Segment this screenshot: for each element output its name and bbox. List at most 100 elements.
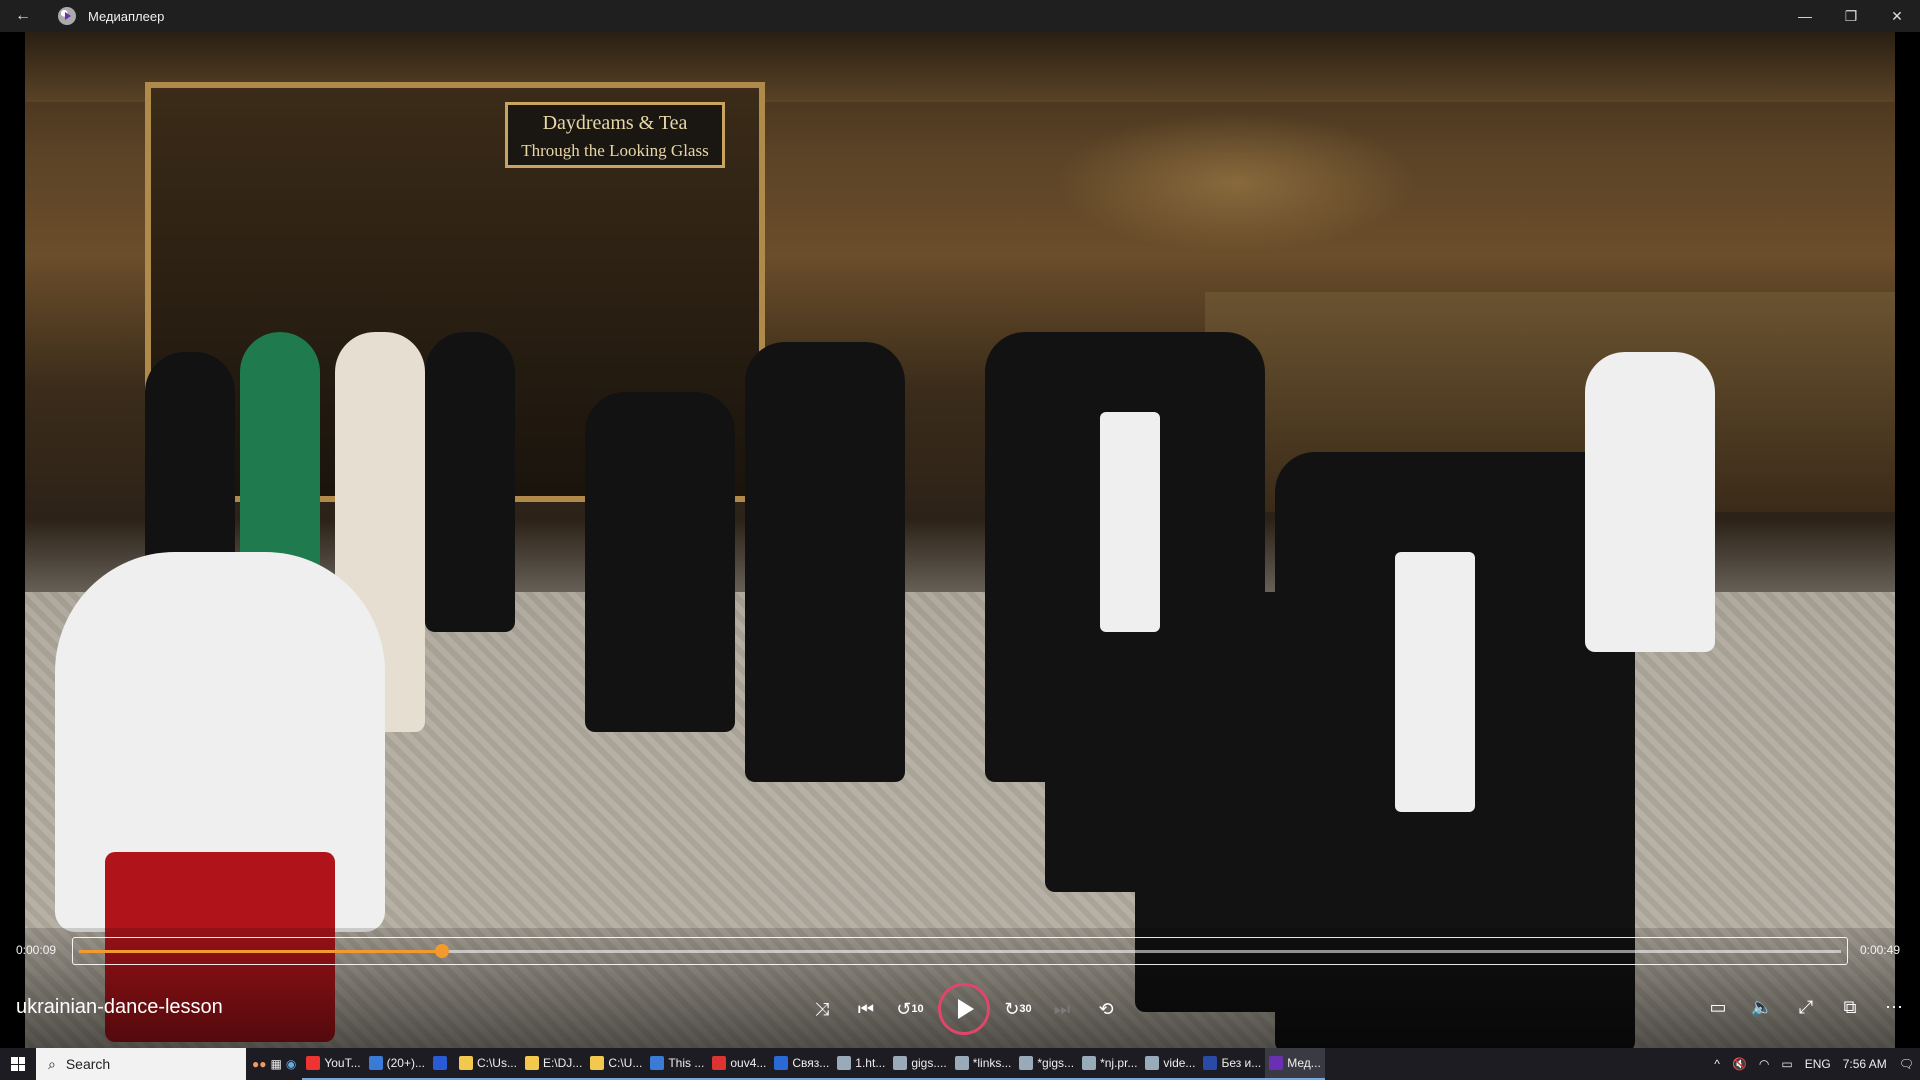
media-player-app-icon <box>58 7 76 25</box>
media-file-name: ukrainian-dance-lesson <box>16 996 223 1018</box>
task-view-icon[interactable]: ▦ <box>271 1057 282 1071</box>
app-icon <box>590 1056 605 1070</box>
volume-button[interactable]: 🔈 <box>1740 985 1784 1029</box>
app-icon <box>1019 1056 1034 1070</box>
mini-player-button[interactable]: ⧉ <box>1828 985 1872 1029</box>
taskbar-window-button[interactable]: 1.ht... <box>833 1048 890 1080</box>
app-icon <box>1145 1056 1160 1070</box>
taskbar-window-label: Мед... <box>1287 1056 1321 1070</box>
shuffle-icon: ⤨ <box>814 998 830 1019</box>
taskbar-window-button[interactable]: gigs.... <box>889 1048 951 1080</box>
taskbar-window-button[interactable]: (20+)... <box>364 1048 429 1080</box>
seek-bar[interactable] <box>72 937 1848 965</box>
taskbar-window-button[interactable]: *nj.pr... <box>1078 1048 1142 1080</box>
taskbar-window-button[interactable]: *links... <box>950 1048 1016 1080</box>
clock[interactable]: 7:56 AM <box>1837 1057 1893 1071</box>
taskbar-window-button[interactable]: Мед... <box>1265 1048 1325 1080</box>
previous-button[interactable]: ⏮ <box>844 987 888 1031</box>
more-options-icon: ⋯ <box>1885 996 1903 1017</box>
taskbar-window-button[interactable]: Без и... <box>1199 1048 1266 1080</box>
fruit-app-icon[interactable]: ●● <box>252 1057 267 1071</box>
taskbar-window-label: This ... <box>668 1056 705 1070</box>
previous-icon: ⏮ <box>857 998 875 1019</box>
speaker-muted-icon[interactable]: 🔇 <box>1726 1057 1753 1071</box>
skip-forward-button[interactable]: ↻ 30 <box>996 987 1040 1031</box>
current-time: 0:00:09 <box>16 943 57 957</box>
shop-sign: Daydreams & Tea Through the Looking Glas… <box>505 102 725 168</box>
windows-logo-icon <box>11 1057 25 1071</box>
open-windows: YouT... (20+)... C:\Us... E:\DJ... C:\U... Th… <box>302 1048 1325 1080</box>
seek-track[interactable] <box>79 944 1841 958</box>
skip-back-button[interactable]: ↺ 10 <box>888 987 932 1031</box>
close-icon: ✕ <box>1891 7 1903 24</box>
mini-player-icon: ⧉ <box>1843 996 1857 1017</box>
skip-back-icon: ↺ <box>896 998 912 1019</box>
taskbar-window-button[interactable]: YouT... <box>302 1048 365 1080</box>
minimize-icon: — <box>1798 8 1812 24</box>
notifications-icon[interactable]: 🗨 <box>1893 1057 1920 1071</box>
title-bar: ← Медиаплеер — ❐ ✕ <box>0 0 1920 32</box>
taskbar-window-button[interactable]: vide... <box>1141 1048 1200 1080</box>
captions-button[interactable]: ▭ <box>1696 985 1740 1029</box>
taskbar-window-label: (20+)... <box>386 1056 425 1070</box>
taskbar-window-button[interactable]: ouv4... <box>708 1048 771 1080</box>
taskbar-window-button[interactable]: E:\DJ... <box>520 1048 587 1080</box>
play-button[interactable] <box>938 983 990 1035</box>
taskbar-window-label: Без и... <box>1221 1056 1262 1070</box>
taskbar-window-button[interactable]: C:\Us... <box>454 1048 521 1080</box>
battery-icon[interactable]: ▭ <box>1775 1057 1798 1071</box>
app-icon <box>1269 1056 1284 1070</box>
skip-forward-icon: ↻ <box>1004 998 1020 1019</box>
taskbar-window-label: *nj.pr... <box>1100 1056 1138 1070</box>
fullscreen-button[interactable]: ⤢ <box>1784 985 1828 1029</box>
skip-back-seconds: 10 <box>911 1003 924 1015</box>
copilot-icon[interactable]: ◉ <box>286 1057 296 1071</box>
taskbar-window-button[interactable]: *gigs... <box>1015 1048 1079 1080</box>
taskbar-search[interactable]: ⌕ Search <box>36 1048 246 1080</box>
taskbar-window-label: C:\U... <box>608 1056 643 1070</box>
search-placeholder: Search <box>65 1056 111 1072</box>
back-button[interactable]: ← <box>0 0 46 32</box>
dancer-figure <box>585 392 735 732</box>
seek-thumb[interactable] <box>434 944 449 958</box>
window-title: Медиаплеер <box>88 8 165 24</box>
seek-progress-fill <box>79 950 442 953</box>
input-language[interactable]: ENG <box>1799 1057 1837 1071</box>
taskbar-window-button[interactable]: This ... <box>646 1048 709 1080</box>
more-options-button[interactable]: ⋯ <box>1872 985 1916 1029</box>
close-button[interactable]: ✕ <box>1874 0 1920 32</box>
wifi-icon[interactable]: ◠ <box>1753 1057 1775 1071</box>
shuffle-button[interactable]: ⤨ <box>800 987 844 1031</box>
pinned-app-icons: ●● ▦ ◉ <box>246 1048 302 1080</box>
app-icon <box>1082 1056 1097 1070</box>
play-icon <box>958 999 974 1019</box>
taskbar-window-label: vide... <box>1163 1056 1196 1070</box>
app-icon <box>306 1056 321 1070</box>
restore-button[interactable]: ❐ <box>1828 0 1874 32</box>
app-icon <box>458 1056 473 1070</box>
app-icon <box>954 1056 969 1070</box>
back-arrow-icon: ← <box>15 7 31 24</box>
next-button[interactable]: ⏭ <box>1040 987 1084 1031</box>
guest-figure <box>425 332 515 632</box>
taskbar-window-label: E:\DJ... <box>542 1056 583 1070</box>
total-time: 0:00:49 <box>1859 943 1900 957</box>
app-icon <box>1203 1056 1218 1070</box>
volume-icon: 🔈 <box>1750 996 1774 1017</box>
taskbar-window-button[interactable]: Связ... <box>770 1048 834 1080</box>
taskbar-window-button[interactable]: C:\U... <box>586 1048 647 1080</box>
app-icon <box>712 1056 727 1070</box>
shop-sign-line2: Through the Looking Glass <box>521 141 709 160</box>
taskbar-window-label: ouv4... <box>730 1056 767 1070</box>
app-icon <box>837 1056 852 1070</box>
shop-sign-line1: Daydreams & Tea <box>542 112 688 134</box>
repeat-button[interactable]: ⟲ <box>1084 987 1128 1031</box>
restore-icon: ❐ <box>1844 7 1858 24</box>
minimize-button[interactable]: — <box>1782 0 1828 32</box>
taskbar-window-button[interactable] <box>428 1048 455 1080</box>
video-frame[interactable]: Daydreams & Tea Through the Looking Glas… <box>25 32 1895 1048</box>
start-button[interactable] <box>0 1048 36 1080</box>
repeat-off-icon: ⟲ <box>1098 998 1114 1019</box>
system-tray: ^ 🔇 ◠ ▭ ENG 7:56 AM 🗨 <box>1708 1048 1920 1080</box>
show-hidden-icons[interactable]: ^ <box>1708 1057 1726 1071</box>
